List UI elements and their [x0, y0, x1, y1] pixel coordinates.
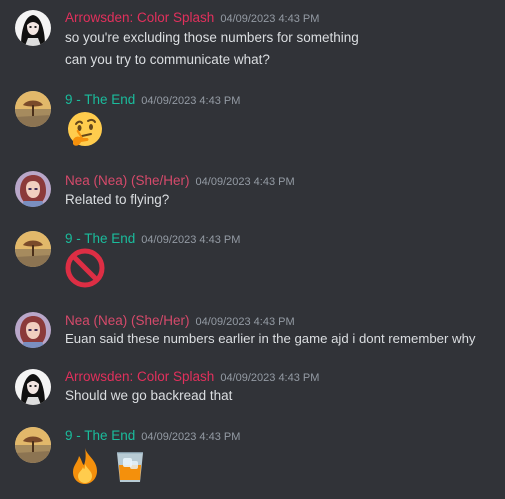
- author-name[interactable]: Nea (Nea) (She/Her): [65, 313, 190, 328]
- nea-avatar-icon: [15, 171, 51, 207]
- author-name[interactable]: 9 - The End: [65, 231, 135, 246]
- avatar-nea[interactable]: [15, 312, 51, 348]
- message-timestamp: 04/09/2023 4:43 PM: [141, 431, 241, 443]
- message-timestamp: 04/09/2023 4:43 PM: [220, 372, 320, 384]
- sunset-tree-avatar-icon: [15, 427, 51, 463]
- author-name[interactable]: Nea (Nea) (She/Her): [65, 173, 190, 188]
- no-entry-sign-icon: [65, 248, 105, 288]
- message-timestamp: 04/09/2023 4:43 PM: [141, 234, 241, 246]
- message-timestamp: 04/09/2023 4:43 PM: [195, 316, 295, 328]
- chat-log: Arrowsden: Color Splash 04/09/2023 4:43 P…: [0, 0, 505, 499]
- message-text: Should we go backread that: [65, 388, 233, 403]
- avatar-the-end[interactable]: [15, 91, 51, 127]
- avatar-arrowsden[interactable]: [15, 10, 51, 46]
- sunset-tree-avatar-icon: [15, 91, 51, 127]
- message-text: can you try to communicate what?: [65, 52, 270, 67]
- tumbler-glass-icon: [110, 446, 150, 486]
- message-timestamp: 04/09/2023 4:43 PM: [195, 176, 295, 188]
- message-text: Euan said these numbers earlier in the g…: [65, 331, 476, 346]
- message-text: so you're excluding those numbers for so…: [65, 30, 359, 45]
- avatar-the-end[interactable]: [15, 427, 51, 463]
- avatar-nea[interactable]: [15, 171, 51, 207]
- message-timestamp: 04/09/2023 4:43 PM: [220, 13, 320, 25]
- author-name[interactable]: Arrowsden: Color Splash: [65, 369, 214, 384]
- sunset-tree-avatar-icon: [15, 231, 51, 267]
- avatar-arrowsden[interactable]: [15, 369, 51, 405]
- avatar-the-end[interactable]: [15, 231, 51, 267]
- author-name[interactable]: Arrowsden: Color Splash: [65, 10, 214, 25]
- author-name[interactable]: 9 - The End: [65, 428, 135, 443]
- thinking-face-icon: [65, 110, 105, 150]
- anime-girl-avatar-icon: [15, 369, 51, 405]
- message-text: Related to flying?: [65, 192, 170, 207]
- anime-girl-avatar-icon: [15, 10, 51, 46]
- message-timestamp: 04/09/2023 4:43 PM: [141, 95, 241, 107]
- author-name[interactable]: 9 - The End: [65, 92, 135, 107]
- nea-avatar-icon: [15, 312, 51, 348]
- fire-icon: [65, 446, 105, 486]
